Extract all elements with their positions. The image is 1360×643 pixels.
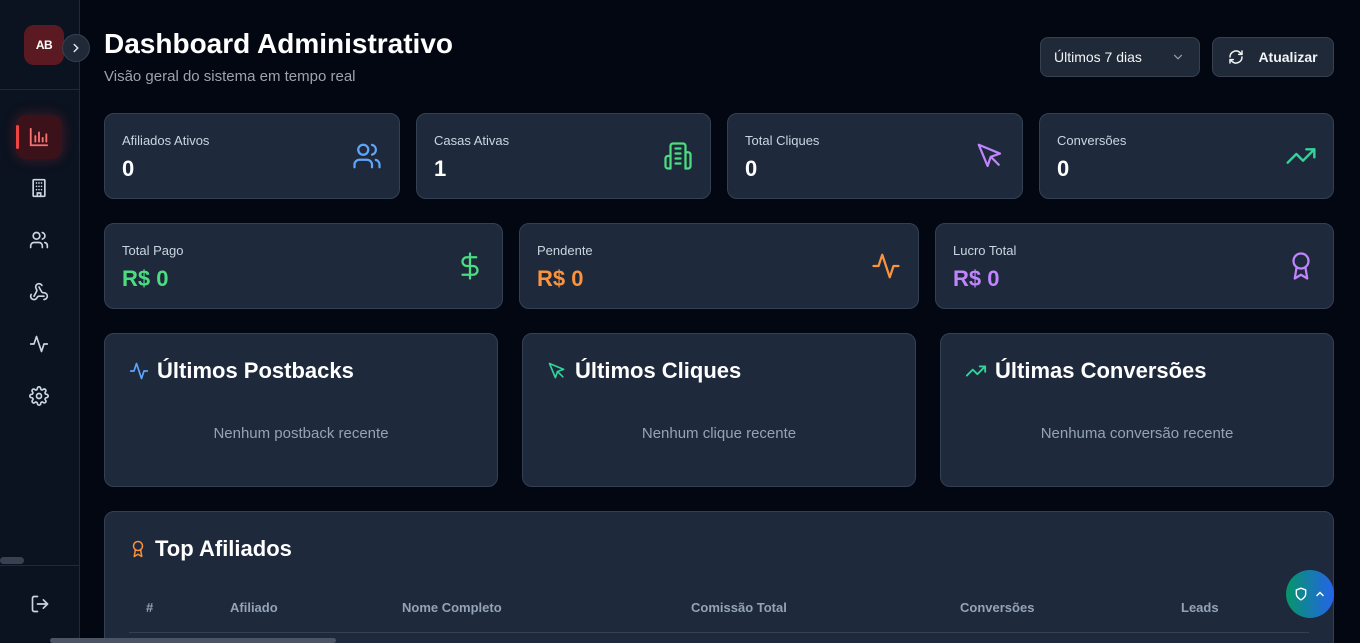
refresh-label: Atualizar (1258, 49, 1318, 65)
stat-value: 0 (745, 156, 758, 181)
trending-up-icon (1285, 140, 1317, 172)
stat-card-conversoes: Conversões 0 (1039, 113, 1334, 199)
refresh-icon (1229, 50, 1244, 64)
stat-card-pendente: Pendente R$ 0 (519, 223, 919, 309)
stat-value: R$ 0 (537, 266, 584, 291)
sidebar-item-webhooks[interactable] (16, 270, 62, 314)
stat-value: R$ 0 (122, 266, 169, 291)
column-header-comissao-total[interactable]: Comissão Total (691, 600, 787, 615)
empty-state-text: Nenhum clique recente (641, 425, 797, 442)
webhook-icon (29, 282, 49, 301)
empty-state-text: Nenhuma conversão recente (1040, 425, 1234, 442)
period-select[interactable]: Últimos 7 dias (1040, 37, 1200, 77)
shield-icon (1295, 587, 1307, 601)
logo[interactable]: AB (24, 25, 64, 65)
panel-title-text: Últimos Cliques (575, 358, 742, 383)
page-subtitle: Visão geral do sistema em tempo real (104, 68, 356, 85)
sidebar-item-settings[interactable] (16, 374, 62, 418)
panel-ultimos-postbacks: Últimos Postbacks Nenhum postback recent… (104, 333, 498, 487)
stat-card-total-cliques: Total Cliques 0 (727, 113, 1023, 199)
chevron-down-icon (1173, 54, 1183, 60)
stat-label: Afiliados Ativos (122, 133, 210, 148)
empty-state-text: Nenhum postback recente (213, 425, 389, 442)
panel-title: Top Afiliados (129, 536, 292, 562)
stat-label: Pendente (537, 243, 593, 258)
floating-action-button[interactable] (1286, 570, 1334, 618)
building-icon (662, 140, 694, 172)
sidebar-divider (0, 89, 80, 90)
panel-ultimos-cliques: Últimos Cliques Nenhum clique recente (522, 333, 916, 487)
activity-icon (29, 335, 49, 353)
stat-card-afiliados-ativos: Afiliados Ativos 0 (104, 113, 400, 199)
stat-label: Total Cliques (745, 133, 820, 148)
users-icon (351, 140, 383, 172)
stat-label: Conversões (1057, 133, 1127, 148)
table-divider (129, 632, 1309, 633)
column-header-conversoes[interactable]: Conversões (960, 600, 1034, 615)
trending-up-icon (965, 365, 987, 377)
chevron-up-icon (1316, 591, 1324, 597)
cursor-icon (974, 140, 1006, 172)
panel-title-text: Últimas Conversões (995, 358, 1207, 383)
gear-icon (29, 386, 49, 406)
stat-label: Lucro Total (953, 243, 1017, 258)
top-afiliados-panel: Top Afiliados # Afiliado Nome Completo C… (104, 511, 1334, 643)
sidebar-item-dashboard[interactable] (16, 115, 62, 159)
panel-ultimas-conversoes: Últimas Conversões Nenhuma conversão rec… (940, 333, 1334, 487)
logout-icon (31, 595, 49, 613)
column-header-leads[interactable]: Leads (1181, 600, 1219, 615)
stat-value: 0 (122, 156, 135, 181)
column-header-rank[interactable]: # (146, 600, 153, 615)
sidebar-item-casas[interactable] (16, 166, 62, 210)
activity-icon (870, 250, 902, 282)
stat-card-lucro-total: Lucro Total R$ 0 (935, 223, 1334, 309)
period-select-value: Últimos 7 dias (1054, 49, 1142, 65)
sidebar-item-activity[interactable] (16, 322, 62, 366)
stat-value: 0 (1057, 156, 1070, 181)
award-icon (132, 540, 144, 558)
column-header-nome-completo[interactable]: Nome Completo (402, 600, 502, 615)
stat-card-total-pago: Total Pago R$ 0 (104, 223, 503, 309)
column-header-afiliado[interactable]: Afiliado (230, 600, 278, 615)
users-icon (29, 231, 49, 249)
refresh-button[interactable]: Atualizar (1212, 37, 1334, 77)
panel-title-text: Top Afiliados (155, 536, 292, 561)
panel-title-text: Últimos Postbacks (157, 358, 354, 383)
stat-label: Total Pago (122, 243, 184, 258)
page-title: Dashboard Administrativo (104, 28, 454, 59)
logout-button[interactable] (24, 586, 56, 622)
panel-title: Últimos Cliques (547, 358, 741, 384)
building-icon (32, 178, 46, 198)
activity-icon (129, 362, 149, 380)
panel-title: Últimos Postbacks (129, 358, 354, 384)
bar-chart-icon (29, 127, 49, 147)
horizontal-scrollbar[interactable] (50, 638, 336, 643)
stat-value: 1 (434, 156, 447, 181)
dollar-icon (454, 250, 486, 282)
stat-label: Casas Ativas (434, 133, 510, 148)
stat-card-casas-ativas: Casas Ativas 1 (416, 113, 711, 199)
cursor-icon (548, 362, 565, 379)
award-icon (1285, 250, 1317, 282)
panel-title: Últimas Conversões (965, 358, 1207, 384)
sidebar-scrollbar[interactable] (0, 557, 24, 564)
sidebar: AB (0, 0, 80, 643)
sidebar-divider (0, 565, 80, 566)
sidebar-toggle-button[interactable] (62, 34, 90, 62)
sidebar-item-afiliados[interactable] (16, 218, 62, 262)
chevron-right-icon (73, 43, 79, 53)
stat-value: R$ 0 (953, 266, 1000, 291)
logo-text: AB (35, 38, 53, 52)
